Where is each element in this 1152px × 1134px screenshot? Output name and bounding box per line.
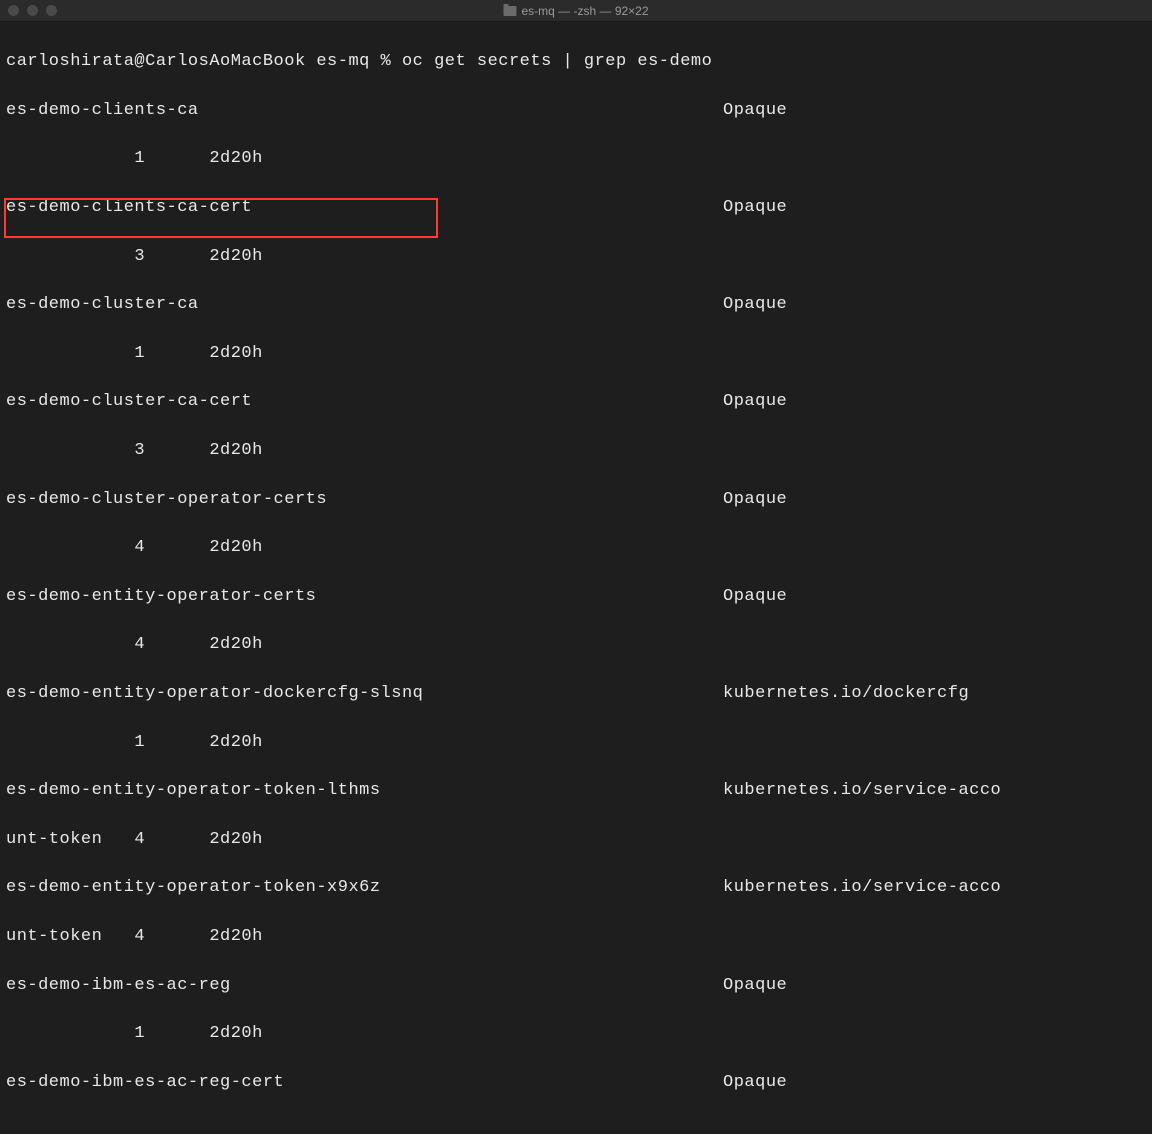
terminal-line: es-demo-entity-operator-dockercfg-slsnq …	[6, 682, 1146, 706]
terminal-line: es-demo-entity-operator-certs Opaque	[6, 585, 1146, 609]
terminal-line: 3 2d20h	[6, 439, 1146, 463]
terminal-line: es-demo-cluster-operator-certs Opaque	[6, 488, 1146, 512]
window-titlebar: es-mq — -zsh — 92×22	[0, 0, 1152, 22]
folder-icon	[503, 6, 516, 16]
traffic-lights	[8, 5, 57, 16]
close-button[interactable]	[8, 5, 19, 16]
terminal-line: 3 2d20h	[6, 245, 1146, 269]
terminal-line: 4 2d20h	[6, 633, 1146, 657]
terminal-output[interactable]: carloshirata@CarlosAoMacBook es-mq % oc …	[0, 22, 1152, 1134]
terminal-line: es-demo-ibm-es-ac-reg-cert Opaque	[6, 1071, 1146, 1095]
terminal-line: es-demo-entity-operator-token-lthms kube…	[6, 779, 1146, 803]
terminal-line: es-demo-cluster-ca Opaque	[6, 293, 1146, 317]
terminal-line: es-demo-entity-operator-token-x9x6z kube…	[6, 876, 1146, 900]
terminal-line: carloshirata@CarlosAoMacBook es-mq % oc …	[6, 50, 1146, 74]
terminal-line: 1 2d20h	[6, 342, 1146, 366]
terminal-line: 4 2d20h	[6, 536, 1146, 560]
terminal-line: unt-token 4 2d20h	[6, 925, 1146, 949]
terminal-line: es-demo-clients-ca-cert Opaque	[6, 196, 1146, 220]
terminal-line: unt-token 4 2d20h	[6, 828, 1146, 852]
window-title: es-mq — -zsh — 92×22	[503, 4, 648, 18]
zoom-button[interactable]	[46, 5, 57, 16]
terminal-line: es-demo-clients-ca Opaque	[6, 99, 1146, 123]
title-text: es-mq — -zsh — 92×22	[521, 4, 648, 18]
terminal-line: 1 2d20h	[6, 1022, 1146, 1046]
terminal-line: es-demo-cluster-ca-cert Opaque	[6, 390, 1146, 414]
minimize-button[interactable]	[27, 5, 38, 16]
terminal-line: 1 2d20h	[6, 731, 1146, 755]
terminal-line: es-demo-ibm-es-ac-reg Opaque	[6, 974, 1146, 998]
terminal-line: 1 2d20h	[6, 147, 1146, 171]
